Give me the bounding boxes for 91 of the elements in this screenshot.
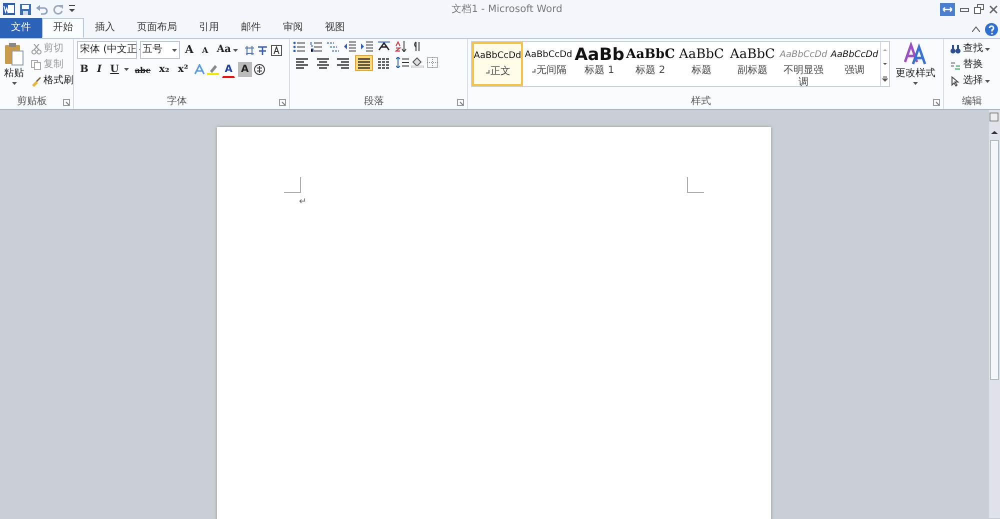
- format-button[interactable]: x₂: [156, 62, 172, 78]
- help-icon[interactable]: [984, 22, 998, 36]
- window-title: 文档1 - Microsoft Word: [450, 2, 564, 16]
- numbered-list-icon[interactable]: [310, 41, 322, 52]
- dropdown-caret-icon[interactable]: [985, 80, 990, 82]
- format-button[interactable]: U: [107, 62, 122, 78]
- dropdown-caret-icon[interactable]: [233, 48, 238, 52]
- distribute-icon: [378, 56, 390, 68]
- collapse-ribbon-icon[interactable]: [972, 26, 980, 32]
- align-center-icon: [316, 56, 328, 68]
- ribbon-tab[interactable]: 页面布局: [126, 18, 188, 38]
- style-option[interactable]: AaBbCcDd 不明显强调: [778, 42, 829, 86]
- ribbon-tab[interactable]: 开始: [42, 18, 84, 38]
- ribbon-tab[interactable]: 引用: [188, 18, 230, 38]
- dropdown-caret-icon[interactable]: [172, 48, 176, 52]
- font-name-field[interactable]: 宋体 (中文正: [77, 41, 137, 59]
- paintbrush-icon[interactable]: [30, 76, 42, 86]
- dialog-launcher-icon[interactable]: [279, 98, 286, 106]
- paste-button[interactable]: 粘贴: [3, 41, 25, 89]
- replace-icon: [950, 60, 961, 70]
- dialog-launcher-icon[interactable]: [933, 98, 940, 106]
- style-option[interactable]: AaBbCcDd 无间隔: [523, 42, 574, 86]
- dialog-launcher-icon[interactable]: [63, 98, 70, 106]
- font-color-button[interactable]: A: [222, 62, 236, 78]
- group-label: 剪贴板: [16, 96, 48, 108]
- enclose-character-icon[interactable]: [254, 64, 266, 75]
- justify-icon: [358, 56, 370, 68]
- ruler-toggle-icon[interactable]: [989, 111, 1000, 124]
- style-option[interactable]: AaBb 标题 1: [574, 42, 625, 86]
- margin-corner-mark: [687, 177, 704, 193]
- dropdown-caret-icon[interactable]: [12, 82, 16, 85]
- format-button[interactable]: I: [94, 62, 105, 78]
- highlight-icon[interactable]: [207, 64, 220, 75]
- close-icon[interactable]: [988, 4, 998, 14]
- group-label: 段落: [362, 96, 385, 108]
- format-button[interactable]: x²: [174, 62, 192, 78]
- clipboard-icon[interactable]: [4, 42, 24, 66]
- binoculars-icon: [950, 44, 961, 54]
- dropdown-caret-icon[interactable]: [985, 48, 990, 50]
- format-button[interactable]: abc: [132, 62, 154, 78]
- word-logo-icon[interactable]: [2, 3, 14, 15]
- document-page[interactable]: ↵: [217, 127, 771, 519]
- editing-button[interactable]: 查找: [947, 41, 997, 57]
- line-spacing-icon[interactable]: [396, 57, 408, 68]
- dropdown-caret-icon[interactable]: [913, 82, 918, 85]
- group-label: 样式: [690, 96, 712, 108]
- grow-font-button[interactable]: A: [182, 42, 197, 58]
- ribbon-tab[interactable]: 审阅: [272, 18, 314, 38]
- increase-indent-icon[interactable]: [361, 41, 373, 52]
- change-styles-icon: [904, 42, 928, 66]
- style-option[interactable]: AaBbCcDd 强调: [829, 42, 880, 86]
- pointer-icon: [950, 76, 961, 86]
- align-left-icon: [296, 56, 308, 68]
- ribbon-tab[interactable]: 插入: [84, 18, 126, 38]
- ribbon-tab[interactable]: 视图: [314, 18, 356, 38]
- font-size-field[interactable]: 五号: [140, 41, 180, 59]
- style-option[interactable]: AaBbCcDd 正文: [472, 42, 523, 86]
- format-button[interactable]: B: [77, 62, 92, 78]
- sort-icon[interactable]: [395, 41, 407, 52]
- decrease-indent-icon[interactable]: [344, 41, 356, 52]
- save-icon[interactable]: [20, 4, 30, 14]
- style-option[interactable]: AaBbC 标题: [676, 42, 727, 86]
- style-option[interactable]: AaBbC 副标题: [727, 42, 778, 86]
- align-right-icon: [337, 56, 349, 68]
- dialog-launcher-icon[interactable]: [457, 98, 464, 106]
- editing-button[interactable]: 选择: [947, 73, 997, 89]
- borders-icon[interactable]: [426, 57, 438, 68]
- text-effects-icon[interactable]: [194, 64, 205, 75]
- clipboard-action-button[interactable]: 格式刷: [28, 73, 76, 89]
- editing-button[interactable]: 替换: [947, 57, 997, 73]
- alignment-button[interactable]: [354, 54, 372, 70]
- change-case-button[interactable]: Aa: [214, 42, 242, 58]
- group-label: 编辑: [962, 96, 982, 108]
- resize-arrows-icon[interactable]: [940, 2, 954, 16]
- paragraph-mark: ↵: [299, 197, 307, 207]
- vertical-scrollbar[interactable]: [989, 110, 1000, 518]
- shrink-font-button[interactable]: A: [199, 42, 212, 58]
- multilevel-list-icon[interactable]: [327, 41, 339, 52]
- restore-icon[interactable]: [974, 4, 984, 14]
- group-label: 字体: [166, 96, 188, 108]
- file-tab[interactable]: 文件: [0, 18, 42, 38]
- ribbon-tab[interactable]: 邮件: [230, 18, 272, 38]
- character-border-icon[interactable]: [270, 44, 282, 56]
- customize-toolbar-icon[interactable]: [68, 5, 74, 13]
- change-styles-button[interactable]: 更改样式: [892, 41, 938, 86]
- style-option[interactable]: AaBbC 标题 2: [625, 42, 676, 86]
- character-shading-button[interactable]: A: [238, 62, 252, 77]
- bullet-list-icon[interactable]: [293, 41, 305, 52]
- dropdown-caret-icon[interactable]: [124, 68, 130, 71]
- paragraph-mark-icon[interactable]: [412, 41, 421, 52]
- margin-corner-mark: [284, 177, 301, 193]
